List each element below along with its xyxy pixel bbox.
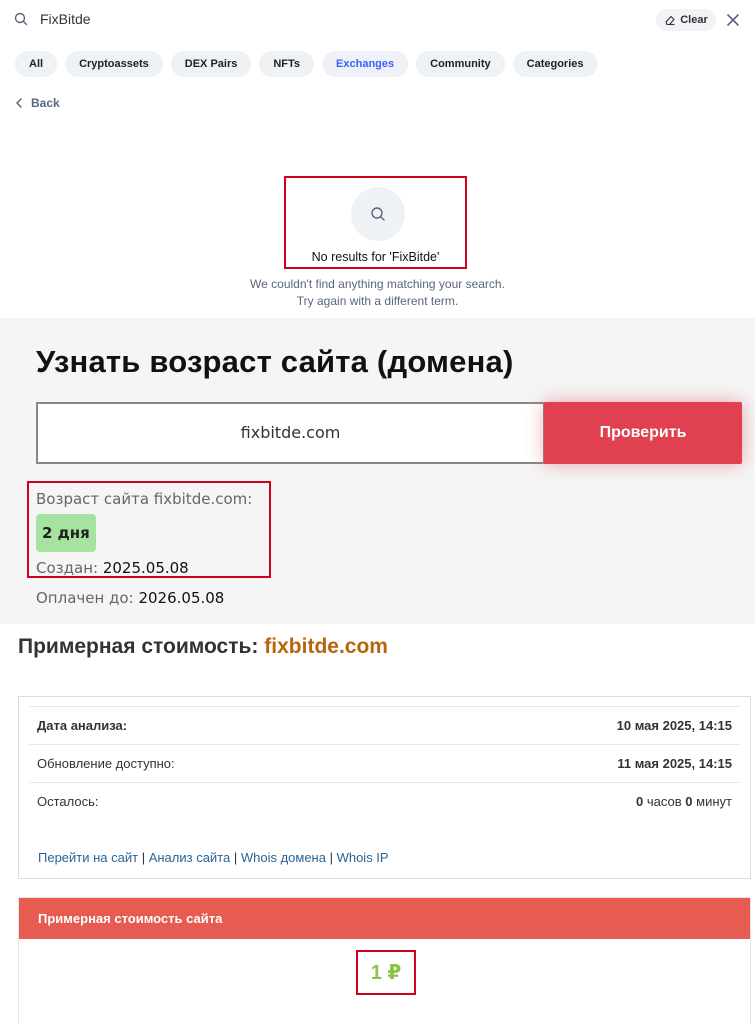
hours-number: 0: [636, 794, 644, 809]
check-button[interactable]: Проверить: [544, 402, 742, 464]
paid-label: Оплачен до:: [36, 589, 134, 607]
row-value: 11 мая 2025, 14:15: [617, 756, 732, 771]
age-badge: 2 дня: [36, 514, 96, 552]
link-whois-ip[interactable]: Whois IP: [337, 850, 389, 865]
link-site-analysis[interactable]: Анализ сайта: [149, 850, 231, 865]
row-key: Осталось:: [37, 794, 99, 809]
chip-exchanges[interactable]: Exchanges: [322, 51, 409, 77]
row-value: 10 мая 2025, 14:15: [616, 718, 732, 733]
chip-categories[interactable]: Categories: [512, 51, 598, 77]
hours-unit: часов: [646, 794, 682, 809]
back-label: Back: [31, 96, 60, 110]
created-date: Создан: 2025.05.08: [36, 559, 189, 577]
no-results-line-2: Try again with a different term.: [296, 294, 459, 308]
minutes-number: 0: [685, 794, 693, 809]
chip-all[interactable]: All: [15, 51, 58, 77]
site-price: 1 ₽: [356, 950, 416, 995]
cost-heading-domain: fixbitde.com: [264, 635, 388, 658]
analysis-info-card: Дата анализа: 10 мая 2025, 14:15 Обновле…: [18, 696, 751, 879]
clear-button[interactable]: Clear: [656, 9, 716, 31]
empty-state-illustration: [351, 187, 405, 241]
chip-cryptoassets[interactable]: Cryptoassets: [65, 51, 163, 77]
row-value: 0 часов 0 минут: [636, 794, 732, 809]
cost-heading-label: Примерная стоимость:: [18, 635, 259, 658]
table-row: Дата анализа: 10 мая 2025, 14:15: [29, 706, 740, 744]
domain-input[interactable]: fixbitde.com: [36, 402, 545, 464]
age-label: Возраст сайта fixbitde.com:: [36, 490, 253, 508]
search-bar: FixBitde Clear: [0, 0, 755, 40]
row-key: Обновление доступно:: [37, 756, 175, 771]
clear-button-label: Clear: [680, 14, 708, 26]
paid-value: 2026.05.08: [138, 589, 225, 607]
page-title: Узнать возраст сайта (домена): [36, 344, 514, 379]
cost-heading: Примерная стоимость: fixbitde.com: [18, 635, 388, 659]
site-cost-header: Примерная стоимость сайта: [19, 898, 750, 939]
chip-dex-pairs[interactable]: DEX Pairs: [170, 51, 252, 77]
domain-age-section: Узнать возраст сайта (домена) fixbitde.c…: [0, 318, 755, 624]
no-results-line-1: We couldn't find anything matching your …: [250, 277, 505, 291]
eraser-icon: [665, 15, 675, 26]
link-whois-domain[interactable]: Whois домена: [241, 850, 326, 865]
chevron-left-icon: [16, 98, 22, 108]
created-value: 2025.05.08: [102, 559, 189, 577]
link-visit-site[interactable]: Перейти на сайт: [38, 850, 138, 865]
table-row: Обновление доступно: 11 мая 2025, 14:15: [29, 744, 740, 782]
search-icon: [371, 207, 385, 221]
back-button[interactable]: Back: [15, 96, 60, 110]
site-links: Перейти на сайт | Анализ сайта | Whois д…: [38, 850, 389, 865]
no-results-message: We couldn't find anything matching your …: [0, 276, 755, 310]
filter-chips: All Cryptoassets DEX Pairs NFTs Exchange…: [15, 51, 598, 77]
paid-until-date: Оплачен до: 2026.05.08: [36, 589, 224, 607]
search-panel: FixBitde Clear All Cryptoassets DEX Pair…: [0, 0, 755, 318]
minutes-unit: минут: [696, 794, 732, 809]
search-icon: [14, 12, 28, 26]
row-key: Дата анализа:: [37, 718, 128, 733]
created-label: Создан:: [36, 559, 99, 577]
chip-community[interactable]: Community: [416, 51, 505, 77]
chip-nfts[interactable]: NFTs: [259, 51, 315, 77]
site-cost-card: Примерная стоимость сайта 1 ₽: [18, 897, 751, 1024]
search-input[interactable]: FixBitde: [40, 11, 91, 27]
close-icon[interactable]: [725, 12, 741, 28]
no-results-title: No results for 'FixBitde': [311, 250, 440, 264]
table-row: Осталось: 0 часов 0 минут: [29, 782, 740, 820]
